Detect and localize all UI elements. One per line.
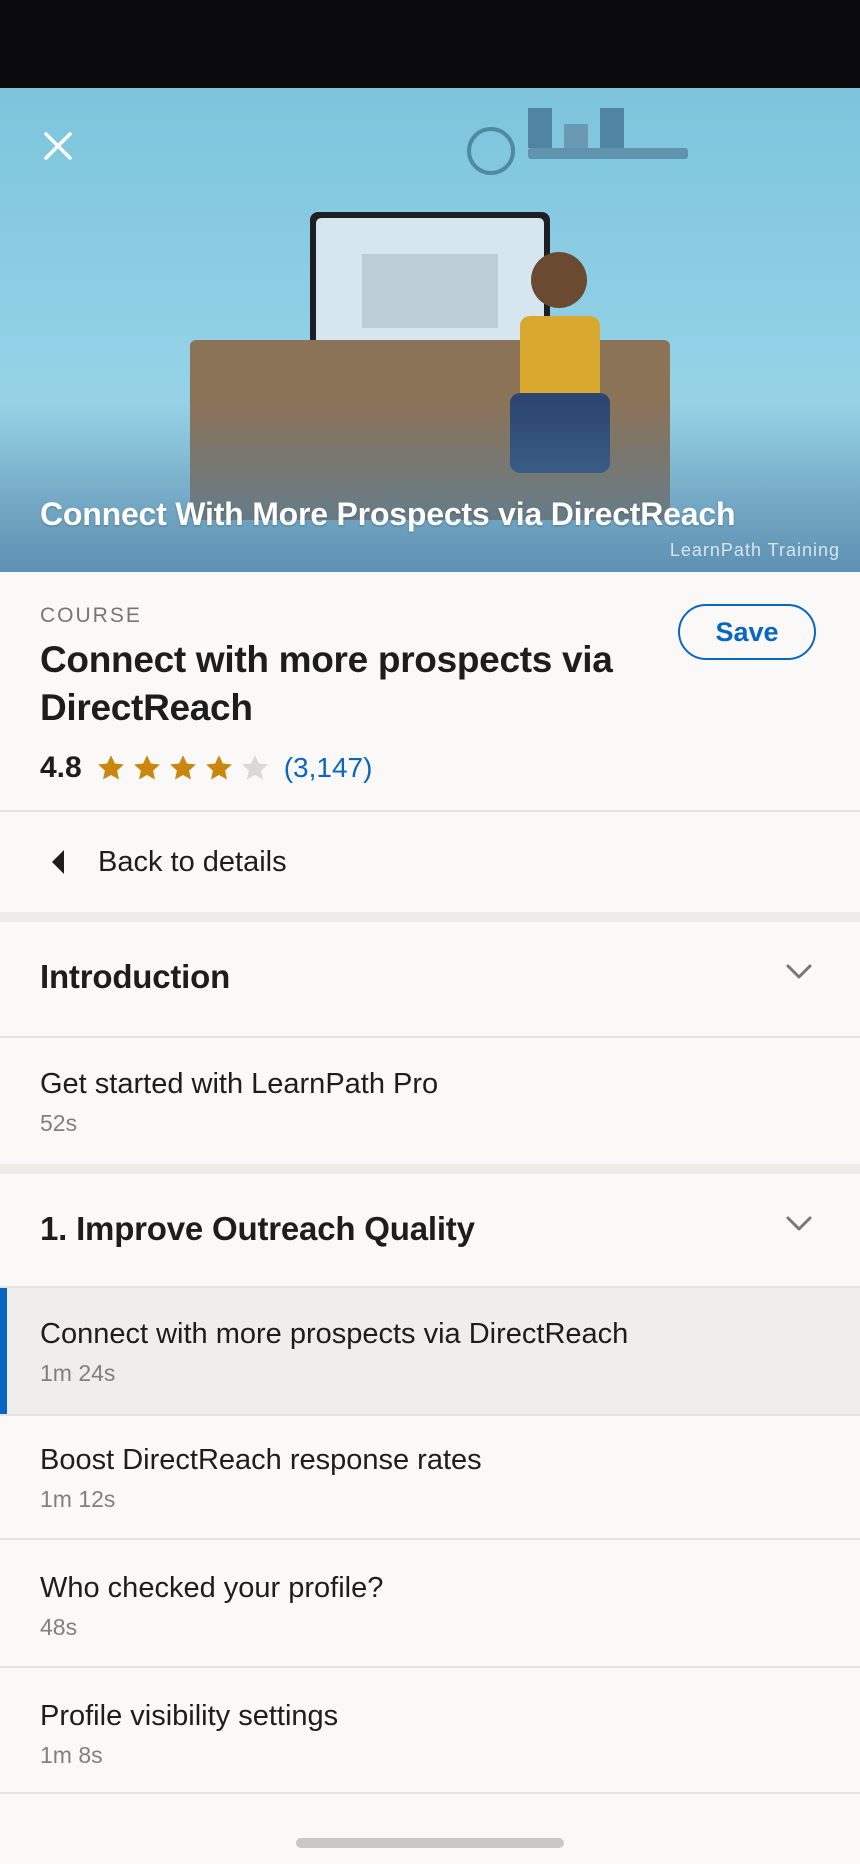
lesson-item[interactable]: Boost DirectReach response rates 1m 12s — [0, 1414, 860, 1540]
star-icon — [133, 755, 160, 780]
lesson-title: Get started with LearnPath Pro — [40, 1068, 439, 1100]
lesson-duration: 1m 12s — [40, 1486, 116, 1512]
content-type-label: COURSE — [40, 604, 142, 627]
back-to-details-label: Back to details — [98, 845, 287, 878]
home-indicator[interactable] — [296, 1838, 564, 1848]
caret-left-icon — [52, 850, 64, 874]
section-spacer — [0, 1164, 860, 1174]
course-title: Connect with more prospects via DirectRe… — [40, 639, 613, 728]
divider — [0, 1792, 860, 1794]
section-title: Introduction — [40, 958, 231, 995]
lesson-duration: 48s — [40, 1614, 78, 1640]
course-header: COURSE Connect with more prospects via D… — [0, 572, 860, 810]
section-header-introduction[interactable]: Introduction — [0, 922, 860, 1032]
chevron-down-icon — [786, 964, 812, 979]
lesson-item-active[interactable]: Connect with more prospects via DirectRe… — [0, 1288, 860, 1414]
rating-value: 4.8 — [40, 751, 82, 784]
star-icon — [97, 755, 124, 780]
back-to-details-button[interactable]: Back to details — [0, 812, 860, 912]
star-rating — [96, 753, 270, 783]
section-title: 1. Improve Outreach Quality — [40, 1210, 475, 1247]
lesson-title: Profile visibility settings — [40, 1700, 339, 1732]
course-hero-banner: Connect With More Prospects via DirectRe… — [0, 88, 860, 572]
section-spacer — [0, 912, 860, 922]
rating-row: 4.8 (3,147) — [40, 748, 372, 788]
lesson-title: Boost DirectReach response rates — [40, 1444, 482, 1476]
rating-count-link[interactable]: (3,147) — [284, 752, 373, 784]
star-empty-icon — [241, 755, 268, 780]
divider — [0, 1538, 860, 1540]
lesson-title: Connect with more prospects via DirectRe… — [40, 1318, 629, 1350]
lesson-duration: 1m 8s — [40, 1742, 103, 1768]
lesson-duration: 1m 24s — [40, 1360, 116, 1386]
status-bar — [0, 0, 860, 88]
lesson-title: Who checked your profile? — [40, 1572, 384, 1604]
lesson-duration: 52s — [40, 1110, 78, 1136]
hero-brand-watermark: LearnPath Training — [669, 540, 840, 560]
star-icon — [205, 755, 232, 780]
chevron-down-icon — [786, 1216, 812, 1231]
lesson-item[interactable]: Profile visibility settings 1m 8s — [0, 1670, 860, 1796]
hero-title: Connect With More Prospects via DirectRe… — [40, 496, 736, 532]
close-icon — [44, 132, 72, 160]
close-button[interactable] — [36, 124, 80, 168]
lesson-item[interactable]: Who checked your profile? 48s — [0, 1542, 860, 1668]
active-indicator — [0, 1288, 7, 1414]
section-header-improve-outreach[interactable]: 1. Improve Outreach Quality — [0, 1174, 860, 1284]
save-button[interactable]: Save — [678, 604, 816, 660]
divider — [0, 1666, 860, 1668]
star-icon — [169, 755, 196, 780]
lesson-item[interactable]: Get started with LearnPath Pro 52s — [0, 1038, 860, 1164]
